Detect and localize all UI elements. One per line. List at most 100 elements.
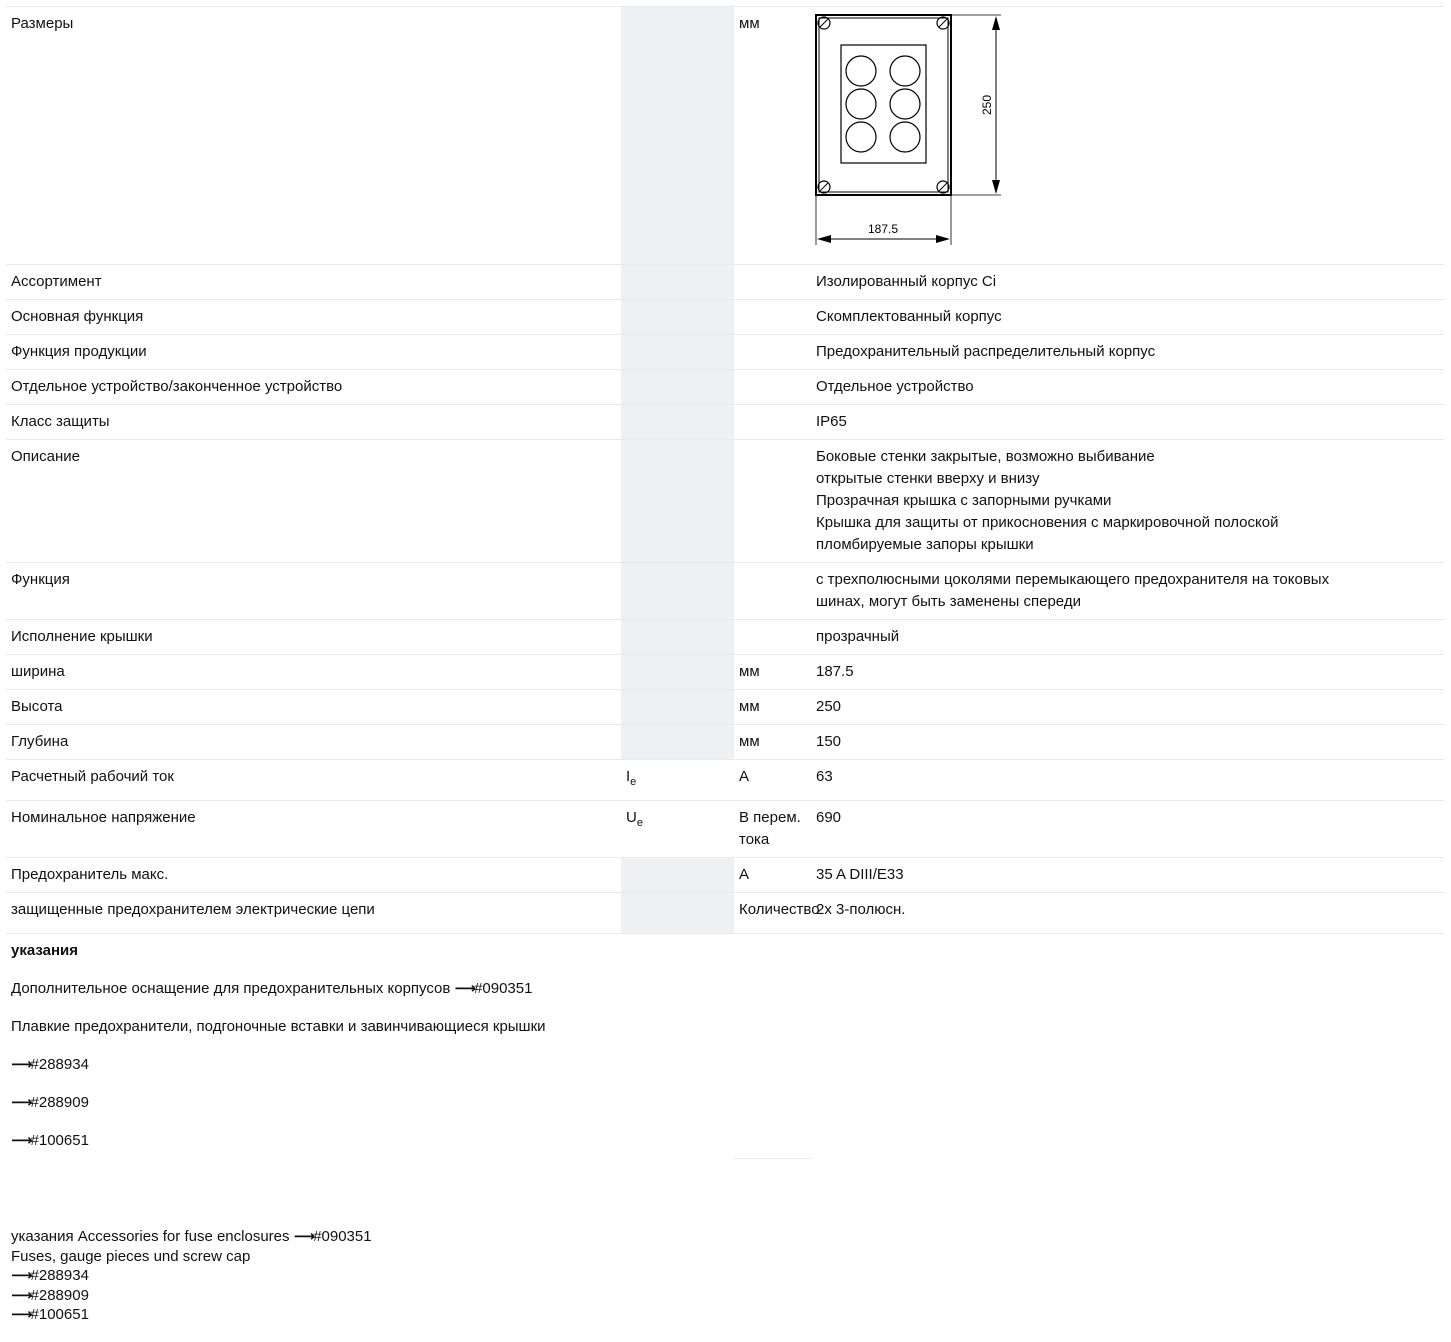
row-value-multiline: с трехполюсными цоколями перемыкающего п… [811, 562, 1444, 620]
dimension-width-label: 187.5 [868, 222, 898, 236]
table-row: Номинальное напряжение Ue В перем. тока … [6, 800, 1444, 858]
row-symbol [621, 369, 734, 405]
row-symbol: Ie [621, 759, 734, 801]
row-unit: мм [734, 6, 811, 265]
arrow-right-icon: ⟶ [11, 1267, 32, 1284]
enclosure-dimension-drawing: 250 187.5 [815, 14, 1001, 245]
reference-link[interactable]: #090351 [313, 1228, 371, 1245]
row-value: Изолированный корпус Ci [811, 264, 1444, 300]
table-row: Описание Боковые стенки закрытые, возмож… [6, 439, 1444, 563]
row-symbol [621, 404, 734, 440]
spec-table: Размеры мм 250 187.5 Ассортимент Изолиро… [6, 6, 1444, 1159]
row-label: Расчетный рабочий ток [6, 759, 621, 801]
row-symbol [621, 619, 734, 655]
row-symbol [621, 299, 734, 335]
row-value-multiline: Боковые стенки закрытые, возможно выбива… [811, 439, 1444, 563]
reference-link[interactable]: #100651 [31, 1132, 89, 1149]
row-unit: мм [734, 689, 811, 725]
row-symbol [621, 892, 734, 934]
arrow-right-icon: ⟶ [11, 1286, 32, 1304]
row-value: 2x 3-полюсн. [811, 892, 1444, 934]
row-label: Номинальное напряжение [6, 800, 621, 858]
row-value: Отдельное устройство [811, 369, 1444, 405]
screw-icon [817, 180, 831, 194]
notes-ref: ⟶#288909 [11, 1092, 729, 1114]
enclosure-outline [815, 14, 952, 196]
row-label: Предохранитель макс. [6, 857, 621, 893]
arrow-right-icon: ⟶ [11, 1306, 32, 1323]
fuse-panel [840, 44, 927, 164]
screw-icon [936, 16, 950, 30]
reference-link[interactable]: #090351 [474, 980, 532, 997]
arrow-right-icon: ⟶ [11, 1094, 32, 1111]
row-symbol [621, 264, 734, 300]
row-value: 250 [811, 689, 1444, 725]
notes-row: указания Дополнительное оснащение для пр… [6, 933, 1444, 1159]
table-row: защищенные предохранителем электрические… [6, 892, 1444, 934]
row-value: 690 [811, 800, 1444, 858]
table-row: Основная функция Скомплектованный корпус [6, 299, 1444, 335]
bottom-line: ⟶#288934 [11, 1266, 372, 1286]
row-value: Предохранительный распределительный корп… [811, 334, 1444, 370]
reference-link[interactable]: #288909 [31, 1094, 89, 1111]
row-label: Исполнение крышки [6, 619, 621, 655]
arrow-right-icon: ⟶ [11, 1132, 32, 1149]
dimension-drawing-cell: 250 187.5 [811, 6, 1444, 265]
value-line: Крышка для защиты от прикосновения с мар… [816, 514, 1279, 531]
value-line: шинах, могут быть заменены спереди [816, 593, 1081, 610]
row-symbol [621, 689, 734, 725]
bottom-notes: указания Accessories for fuse enclosures… [11, 1227, 372, 1325]
row-label: Ассортимент [6, 264, 621, 300]
row-label: Функция [6, 562, 621, 620]
row-symbol [621, 6, 734, 265]
row-label: Размеры [6, 6, 621, 265]
table-row: Ассортимент Изолированный корпус Ci [6, 264, 1444, 300]
table-row: Расчетный рабочий ток Ie A 63 [6, 759, 1444, 801]
notes-ref: ⟶#100651 [11, 1130, 729, 1152]
notes-cell: указания Дополнительное оснащение для пр… [6, 934, 734, 1159]
row-label: Основная функция [6, 299, 621, 335]
bottom-line: ⟶#288909 [11, 1286, 372, 1306]
table-row: Предохранитель макс. A 35 A DIII/E33 [6, 857, 1444, 893]
arrow-right-icon: ⟶ [293, 1228, 315, 1245]
row-unit [734, 619, 811, 655]
notes-fuses: Плавкие предохранители, подгоночные вста… [11, 1018, 546, 1035]
table-row: Размеры мм 250 187.5 [6, 6, 1444, 265]
reference-link[interactable]: #288909 [31, 1287, 89, 1304]
row-unit: мм [734, 724, 811, 760]
row-label: Высота [6, 689, 621, 725]
row-value: IP65 [811, 404, 1444, 440]
notes-ref: ⟶#288934 [11, 1054, 729, 1076]
row-value: прозрачный [811, 619, 1444, 655]
value-line: Боковые стенки закрытые, возможно выбива… [816, 448, 1155, 465]
dimension-height-label: 250 [980, 95, 994, 115]
screw-icon [936, 180, 950, 194]
row-unit [734, 264, 811, 300]
row-unit: A [734, 857, 811, 893]
row-value: Скомплектованный корпус [811, 299, 1444, 335]
row-label: Глубина [6, 724, 621, 760]
table-row: Высота мм 250 [6, 689, 1444, 725]
table-row: Функция с трехполюсными цоколями перемык… [6, 562, 1444, 620]
arrow-right-icon: ⟶ [454, 980, 476, 997]
row-unit [734, 439, 811, 563]
value-line: с трехполюсными цоколями перемыкающего п… [816, 571, 1330, 588]
reference-link[interactable]: #288934 [31, 1056, 89, 1073]
screw-icon [817, 16, 831, 30]
row-value: 150 [811, 724, 1444, 760]
row-unit [734, 299, 811, 335]
reference-link[interactable]: #288934 [31, 1267, 89, 1284]
row-label: защищенные предохранителем электрические… [6, 892, 621, 934]
row-label: Функция продукции [6, 334, 621, 370]
row-unit: A [734, 759, 811, 801]
row-symbol [621, 562, 734, 620]
row-unit: В перем. тока [734, 800, 811, 858]
reference-link[interactable]: #100651 [31, 1306, 89, 1323]
row-unit [734, 334, 811, 370]
table-row: Отдельное устройство/законченное устройс… [6, 369, 1444, 405]
row-symbol [621, 334, 734, 370]
row-unit [734, 369, 811, 405]
row-value: 35 A DIII/E33 [811, 857, 1444, 893]
notes-accessories: Дополнительное оснащение для предохранит… [11, 978, 729, 1000]
table-row: ширина мм 187.5 [6, 654, 1444, 690]
